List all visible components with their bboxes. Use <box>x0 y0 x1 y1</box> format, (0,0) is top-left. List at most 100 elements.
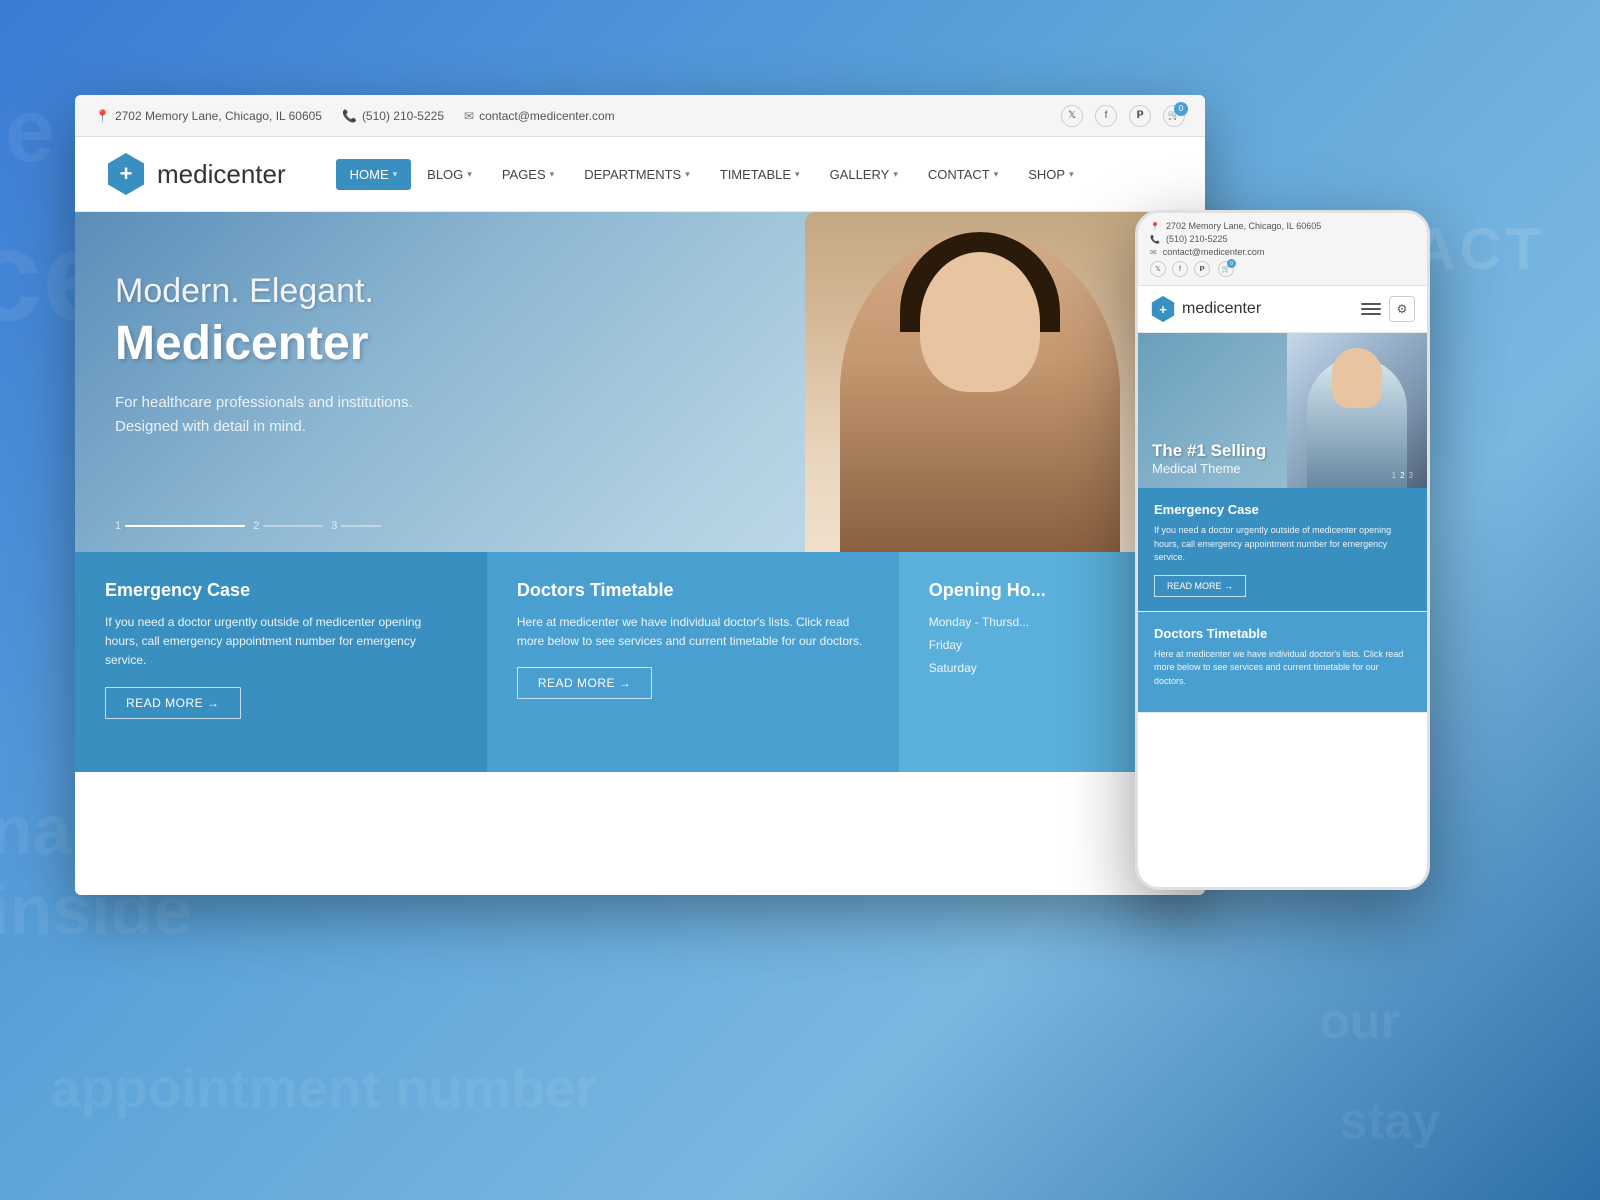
nav-shop[interactable]: SHOP ▾ <box>1014 159 1087 190</box>
mob-card-timetable: Doctors Timetable Here at medicenter we … <box>1138 612 1427 714</box>
mob-cart-icon[interactable]: 🛒 0 <box>1218 261 1234 277</box>
mob-logo: + medicenter <box>1150 296 1261 322</box>
hero-description: For healthcare professionals and institu… <box>115 391 413 439</box>
logo: + medicenter <box>105 153 286 195</box>
person-silhouette <box>840 232 1120 552</box>
address-text: 2702 Memory Lane, Chicago, IL 60605 <box>115 109 322 123</box>
card-emergency: Emergency Case If you need a doctor urge… <box>75 552 487 772</box>
card-timetable-text: Here at medicenter we have individual do… <box>517 613 869 651</box>
card-emergency-title: Emergency Case <box>105 580 457 601</box>
mob-phone-row: 📞 (510) 210-5225 <box>1150 234 1415 244</box>
phone-item: 📞 (510) 210-5225 <box>342 109 444 123</box>
mob-hero-title: The #1 Selling <box>1152 441 1266 461</box>
email-item: ✉ contact@medicenter.com <box>464 109 615 123</box>
hero-section: Modern. Elegant. Medicenter For healthca… <box>75 212 1205 552</box>
cart-badge: 0 <box>1174 102 1188 116</box>
mob-card-emergency-title: Emergency Case <box>1154 502 1411 517</box>
hero-desc-line2: Designed with detail in mind. <box>115 418 306 435</box>
pages-chevron: ▾ <box>550 169 555 180</box>
mob-settings-icon[interactable]: ⚙ <box>1389 296 1415 322</box>
bg-deco-1: le <box>0 80 55 183</box>
mob-email-icon: ✉ <box>1150 248 1157 257</box>
mob-ind-1: 1 <box>1392 471 1396 480</box>
nav-menu: HOME ▾ BLOG ▾ PAGES ▾ DEPARTMENTS ▾ TIME… <box>336 159 1088 190</box>
mob-address: 2702 Memory Lane, Chicago, IL 60605 <box>1166 221 1321 231</box>
mob-nav: + medicenter ⚙ <box>1138 286 1427 333</box>
mob-card-timetable-title: Doctors Timetable <box>1154 626 1411 641</box>
card-timetable-title: Doctors Timetable <box>517 580 869 601</box>
hero-person <box>805 212 1155 552</box>
nav-blog[interactable]: BLOG ▾ <box>413 159 486 190</box>
pinterest-icon[interactable]: 𝗣 <box>1129 105 1151 127</box>
ind-num-3: 3 <box>331 520 337 532</box>
mob-hamburger-icon[interactable] <box>1361 303 1381 315</box>
mob-logo-icon: + <box>1150 296 1176 322</box>
mob-email-row: ✉ contact@medicenter.com <box>1150 247 1415 257</box>
nav-contact[interactable]: CONTACT ▾ <box>914 159 1012 190</box>
mob-doctor-fig <box>1287 333 1427 488</box>
mob-card-emergency: Emergency Case If you need a doctor urge… <box>1138 488 1427 612</box>
social-bar: 𝕏 f 𝗣 🛒 0 <box>1061 105 1185 127</box>
ind-num-1: 1 <box>115 520 121 532</box>
mob-address-row: 📍 2702 Memory Lane, Chicago, IL 60605 <box>1150 221 1415 231</box>
mob-cart-badge: 0 <box>1227 259 1236 268</box>
mob-pinterest-icon[interactable]: 𝗣 <box>1194 261 1210 277</box>
hero-title: Medicenter <box>115 316 413 371</box>
facebook-icon[interactable]: f <box>1095 105 1117 127</box>
blog-chevron: ▾ <box>467 169 472 180</box>
ind-line-3 <box>341 525 381 527</box>
mob-ind-2: 2 <box>1400 471 1404 480</box>
tt-chevron: ▾ <box>795 169 800 180</box>
mob-hero-sub: Medical Theme <box>1152 461 1266 476</box>
nav-home[interactable]: HOME ▾ <box>336 159 412 190</box>
logo-icon: + <box>105 153 147 195</box>
twitter-icon[interactable]: 𝕏 <box>1061 105 1083 127</box>
browser-window: 📍 2702 Memory Lane, Chicago, IL 60605 📞 … <box>75 95 1205 895</box>
nav-gallery[interactable]: GALLERY ▾ <box>816 159 912 190</box>
hero-ind-1: 1 <box>115 520 245 532</box>
home-chevron: ▾ <box>393 169 398 180</box>
mob-hero: The #1 Selling Medical Theme 1 2 3 <box>1138 333 1427 488</box>
hero-desc-line1: For healthcare professionals and institu… <box>115 394 413 411</box>
dept-chevron: ▾ <box>685 169 690 180</box>
nav-pages[interactable]: PAGES ▾ <box>488 159 568 190</box>
card-timetable-btn[interactable]: READ MORE → <box>517 667 653 699</box>
cards-section: Emergency Case If you need a doctor urge… <box>75 552 1205 772</box>
card-emergency-text: If you need a doctor urgently outside of… <box>105 613 457 671</box>
cart-icon[interactable]: 🛒 0 <box>1163 105 1185 127</box>
hero-content: Modern. Elegant. Medicenter For healthca… <box>115 272 413 439</box>
card-timetable: Doctors Timetable Here at medicenter we … <box>487 552 899 772</box>
phone-text: (510) 210-5225 <box>362 109 444 123</box>
phone-icon: 📞 <box>342 109 357 123</box>
nav-departments[interactable]: DEPARTMENTS ▾ <box>570 159 704 190</box>
mob-phone-icon: 📞 <box>1150 235 1160 244</box>
contact-chevron: ▾ <box>994 169 999 180</box>
ind-line-2 <box>263 525 323 527</box>
bg-deco-6: stay <box>1340 1092 1440 1150</box>
mob-card-timetable-text: Here at medicenter we have individual do… <box>1154 648 1411 689</box>
mob-ind-3: 3 <box>1409 471 1413 480</box>
card-emergency-btn[interactable]: READ MORE → <box>105 687 241 719</box>
mob-social-row: 𝕏 f 𝗣 🛒 0 <box>1150 261 1415 277</box>
mob-email: contact@medicenter.com <box>1163 247 1265 257</box>
mob-logo-text: medicenter <box>1182 300 1261 318</box>
mob-hero-indicators: 1 2 3 <box>1392 471 1413 480</box>
ind-num-2: 2 <box>253 520 259 532</box>
email-icon: ✉ <box>464 109 474 123</box>
mob-doctor-img <box>1287 333 1427 488</box>
mob-location-icon: 📍 <box>1150 222 1160 231</box>
mob-card-emergency-btn[interactable]: READ MORE → <box>1154 575 1246 597</box>
mob-twitter-icon[interactable]: 𝕏 <box>1150 261 1166 277</box>
browser-nav-bar: + medicenter HOME ▾ BLOG ▾ PAGES ▾ DEPAR… <box>75 137 1205 212</box>
mob-card-emergency-text: If you need a doctor urgently outside of… <box>1154 524 1411 565</box>
hero-ind-2: 2 <box>253 520 323 532</box>
location-icon: 📍 <box>95 109 110 123</box>
person-face <box>920 252 1040 392</box>
mob-menu-line2 <box>1361 308 1381 310</box>
mob-facebook-icon[interactable]: f <box>1172 261 1188 277</box>
logo-text: medicenter <box>157 159 286 190</box>
mobile-device: 📍 2702 Memory Lane, Chicago, IL 60605 📞 … <box>1135 210 1430 890</box>
hero-subtitle: Modern. Elegant. <box>115 272 413 311</box>
nav-timetable[interactable]: TIMETABLE ▾ <box>706 159 814 190</box>
hero-ind-3: 3 <box>331 520 381 532</box>
